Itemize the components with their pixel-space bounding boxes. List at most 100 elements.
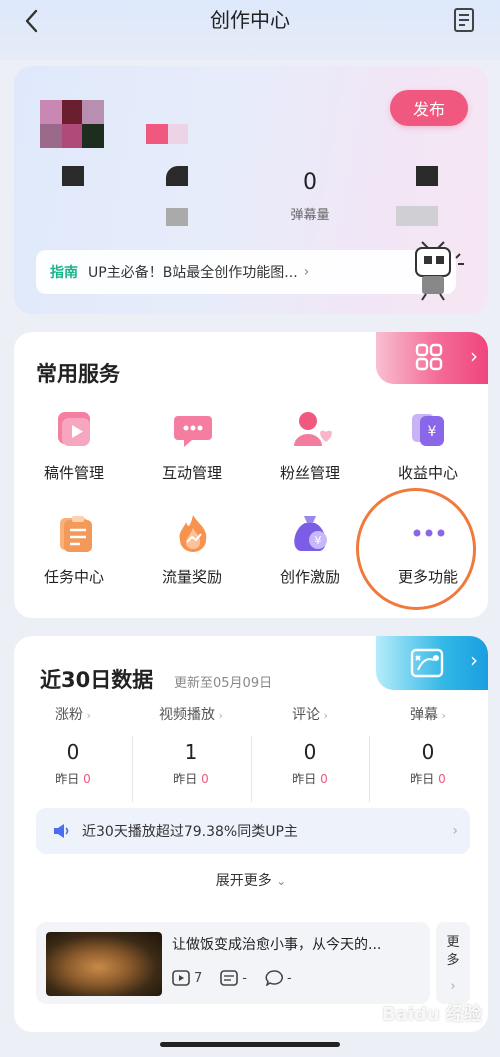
more-side-label: 更多 <box>446 935 460 968</box>
metric-danmaku[interactable]: 弹幕 › 0 昨日 0 <box>369 704 487 787</box>
manuscript-icon <box>58 412 90 446</box>
task-clipboard-icon <box>60 516 92 552</box>
yesterday-value: 0 <box>201 772 209 786</box>
danmaku-label: 弹幕量 <box>290 208 330 223</box>
username-blur <box>146 124 168 144</box>
page-title: 创作中心 <box>210 8 290 32</box>
guide-text: UP主必备！B站最全创作功能图... <box>88 265 298 281</box>
yesterday-label: 昨日 <box>410 772 435 786</box>
yesterday-label: 昨日 <box>55 772 80 786</box>
metric-comments[interactable]: 评论 › 0 昨日 0 <box>251 704 369 787</box>
services-title: 常用服务 <box>36 362 120 386</box>
yesterday-value: 0 <box>83 772 91 786</box>
play-count-icon <box>172 970 190 986</box>
chevron-right-icon: › <box>470 648 478 672</box>
stat-blur <box>166 166 188 186</box>
services-corner-tab[interactable]: › <box>376 332 488 384</box>
home-indicator <box>160 1042 340 1047</box>
metric-label: 涨粉 <box>55 707 84 723</box>
fans-icon <box>294 412 332 446</box>
service-label: 任务中心 <box>43 568 104 586</box>
speaker-icon <box>54 824 69 838</box>
more-videos-button[interactable]: 更多 › <box>436 922 470 1004</box>
metric-followers[interactable]: 涨粉 › 0 昨日 0 <box>14 704 132 787</box>
expand-more-label: 展开更多 <box>215 873 272 889</box>
chevron-right-icon: › <box>83 709 91 722</box>
metric-value: 0 <box>66 740 80 764</box>
update-date: 更新至05月09日 <box>174 676 273 691</box>
service-label: 稿件管理 <box>43 464 104 482</box>
svg-text:¥: ¥ <box>428 424 437 440</box>
chevron-right-icon: › <box>303 264 310 280</box>
service-creation-incentive[interactable]: ¥ 创作激励 <box>255 512 365 598</box>
top-bar: 创作中心 <box>0 0 500 60</box>
metric-value: 0 <box>421 740 435 764</box>
service-label: 流量奖励 <box>161 568 222 586</box>
chevron-right-icon: › <box>470 344 478 368</box>
service-label: 收益中心 <box>397 464 458 482</box>
yesterday-label: 昨日 <box>292 772 317 786</box>
danmaku-count: 0 <box>303 170 317 195</box>
video-plays-value: 7 <box>194 970 203 986</box>
chevron-right-icon: › <box>438 709 446 722</box>
document-icon[interactable] <box>452 6 478 34</box>
video-title: 让做饭变成治愈小事，从今天的... <box>172 937 382 953</box>
service-manuscripts[interactable]: 稿件管理 <box>19 408 129 494</box>
service-label: 互动管理 <box>161 464 222 482</box>
data-card: 近30日数据 更新至05月09日 › 涨粉 › 0 昨日 0 视频播放 › 1 … <box>14 636 488 1032</box>
metric-label: 评论 <box>292 707 321 723</box>
watermark: Baidu 经验 <box>381 1004 482 1025</box>
stat-blur <box>396 206 438 226</box>
data-title: 近30日数据 <box>40 668 154 692</box>
app-grid-icon <box>415 343 443 371</box>
guide-banner[interactable]: 指南 UP主必备！B站最全创作功能图... › <box>36 250 456 294</box>
insight-banner[interactable]: 近30天播放超过79.38%同类UP主 › <box>36 808 470 854</box>
metric-label: 弹幕 <box>410 707 439 723</box>
video-comments-value: - <box>286 970 292 986</box>
service-tasks[interactable]: 任务中心 <box>19 512 129 598</box>
service-interactions[interactable]: 互动管理 <box>137 408 247 494</box>
metric-value: 1 <box>184 740 198 764</box>
service-label: 创作激励 <box>279 568 340 586</box>
comment-count-icon <box>265 970 283 986</box>
stat-blur <box>166 208 188 226</box>
chevron-down-icon: ⌄ <box>276 874 287 888</box>
metric-video-plays[interactable]: 视频播放 › 1 昨日 0 <box>132 704 250 787</box>
svg-text:¥: ¥ <box>315 534 322 547</box>
guide-tag: 指南 <box>50 265 78 281</box>
yesterday-label: 昨日 <box>173 772 198 786</box>
data-corner-tab[interactable]: › <box>376 636 488 690</box>
service-label: 粉丝管理 <box>279 464 340 482</box>
stat-blur <box>416 166 438 186</box>
service-earnings[interactable]: ¥ 收益中心 <box>373 408 483 494</box>
chevron-right-icon: › <box>452 823 458 839</box>
route-map-icon <box>410 648 444 678</box>
avatar[interactable] <box>40 100 104 148</box>
service-traffic-reward[interactable]: 流量奖励 <box>137 512 247 598</box>
video-plays: 7 <box>172 970 202 986</box>
yen-card-icon: ¥ <box>412 414 444 446</box>
danmaku-count-icon <box>220 970 239 986</box>
video-comments: - <box>265 970 292 986</box>
publish-button[interactable]: 发布 <box>390 90 468 126</box>
expand-more-button[interactable]: 展开更多 ⌄ <box>14 870 488 890</box>
mascot-icon <box>415 241 464 301</box>
money-bag-icon: ¥ <box>294 516 327 551</box>
username-blur <box>168 124 188 144</box>
profile-card: 发布 0 弹幕量 指南 UP主必备！B站最全创作功能图... › <box>14 66 488 314</box>
yesterday-value: 0 <box>320 772 328 786</box>
chevron-right-icon: › <box>215 709 223 722</box>
video-thumbnail <box>46 932 162 996</box>
yesterday-value: 0 <box>438 772 446 786</box>
service-fans[interactable]: 粉丝管理 <box>255 408 365 494</box>
chat-bubble-icon <box>174 416 212 447</box>
stat-blur <box>62 166 84 186</box>
flame-icon <box>179 515 207 552</box>
video-danmaku: - <box>220 970 247 986</box>
insight-text: 近30天播放超过79.38%同类UP主 <box>82 824 298 840</box>
chevron-right-icon: › <box>450 979 456 994</box>
video-danmaku-value: - <box>242 970 247 986</box>
video-row[interactable]: 让做饭变成治愈小事，从今天的... 7 - - <box>36 922 430 1004</box>
metric-label: 视频播放 <box>159 707 216 723</box>
metric-value: 0 <box>303 740 317 764</box>
